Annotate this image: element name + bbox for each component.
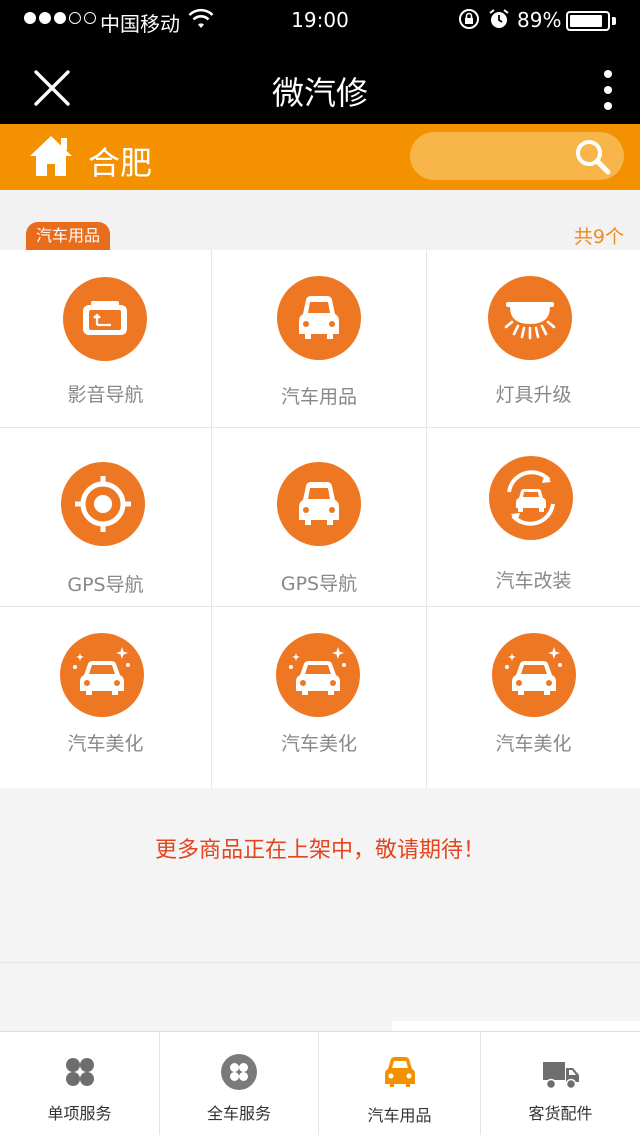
category-item[interactable]: 汽车美化 <box>212 607 427 788</box>
category-label: GPS导航 <box>67 574 144 596</box>
category-item[interactable]: 汽车美化 <box>427 607 640 788</box>
category-item[interactable]: 汽车美化 <box>0 607 212 788</box>
coming-soon-notice: 更多商品正在上架中，敬请期待！ <box>154 838 485 863</box>
status-bar: 中国移动 19:00 89% <box>0 0 640 42</box>
category-label: 灯具升级 <box>495 384 572 406</box>
category-item[interactable]: 汽车用品 <box>212 250 427 428</box>
lamp-icon <box>504 302 556 340</box>
category-item[interactable]: GPS导航 <box>212 428 427 607</box>
item-count: 共9个 <box>573 226 624 248</box>
empty-area <box>0 963 640 1031</box>
car-sparkle-icon <box>73 647 130 695</box>
notice-area: 更多商品正在上架中，敬请期待！ <box>0 788 640 963</box>
tab-car-supplies[interactable]: 汽车用品 <box>319 1032 481 1135</box>
tab-parts[interactable]: 客货配件 <box>481 1032 640 1135</box>
category-label: 汽车美化 <box>280 733 357 755</box>
gps-target-icon <box>75 476 131 532</box>
category-item[interactable]: 影音导航 <box>0 250 212 428</box>
alarm-icon <box>489 9 509 28</box>
more-menu-button[interactable] <box>596 70 620 110</box>
tab-single-service[interactable]: 单项服务 <box>0 1032 160 1135</box>
bottom-tab-bar: 单项服务 全车服务 汽车用品 客货配件 <box>0 1031 640 1135</box>
home-icon[interactable] <box>28 132 74 180</box>
category-label: GPS导航 <box>280 573 358 595</box>
car-icon <box>384 1057 415 1087</box>
more-dots-icon <box>604 70 612 78</box>
tab-label: 客货配件 <box>528 1104 593 1123</box>
rotation-lock-icon <box>459 9 479 29</box>
category-label: 影音导航 <box>67 384 144 406</box>
car-icon <box>299 296 339 339</box>
battery-icon <box>566 11 610 31</box>
category-item[interactable]: GPS导航 <box>0 428 212 607</box>
tab-full-service[interactable]: 全车服务 <box>160 1032 319 1135</box>
car-modify-icon <box>507 470 555 526</box>
search-icon[interactable] <box>574 138 612 176</box>
city-bar: 合肥 <box>0 124 640 190</box>
car-sparkle-icon <box>289 647 346 695</box>
tab-label: 单项服务 <box>47 1104 112 1123</box>
category-item[interactable]: 灯具升级 <box>427 250 640 428</box>
tab-label: 全车服务 <box>206 1104 271 1123</box>
four-petal-icon <box>65 1058 94 1086</box>
category-label: 汽车美化 <box>495 733 572 755</box>
category-label: 汽车用品 <box>280 386 357 408</box>
section-tag: 汽车用品 <box>26 222 111 250</box>
category-label: 汽车改装 <box>495 570 572 592</box>
tab-label: 汽车用品 <box>367 1106 432 1125</box>
category-item[interactable]: 汽车改装 <box>427 428 640 607</box>
car-icon <box>299 482 339 525</box>
car-sparkle-icon <box>505 647 562 695</box>
section-header: 汽车用品 共9个 <box>0 190 640 250</box>
media-nav-icon <box>83 301 127 335</box>
city-name[interactable]: 合肥 <box>88 138 152 184</box>
category-label: 汽车美化 <box>67 733 144 755</box>
circle-petal-icon <box>221 1054 257 1090</box>
battery-percent: 89% <box>517 8 562 32</box>
truck-icon <box>542 1062 579 1090</box>
category-grid: 影音导航 汽车用品 灯具升级 GPS导航 GPS导航 汽车改装 汽车美化 汽车美… <box>0 250 640 788</box>
page-title: 微汽修 <box>271 74 368 112</box>
nav-bar: 微汽修 <box>0 42 640 124</box>
